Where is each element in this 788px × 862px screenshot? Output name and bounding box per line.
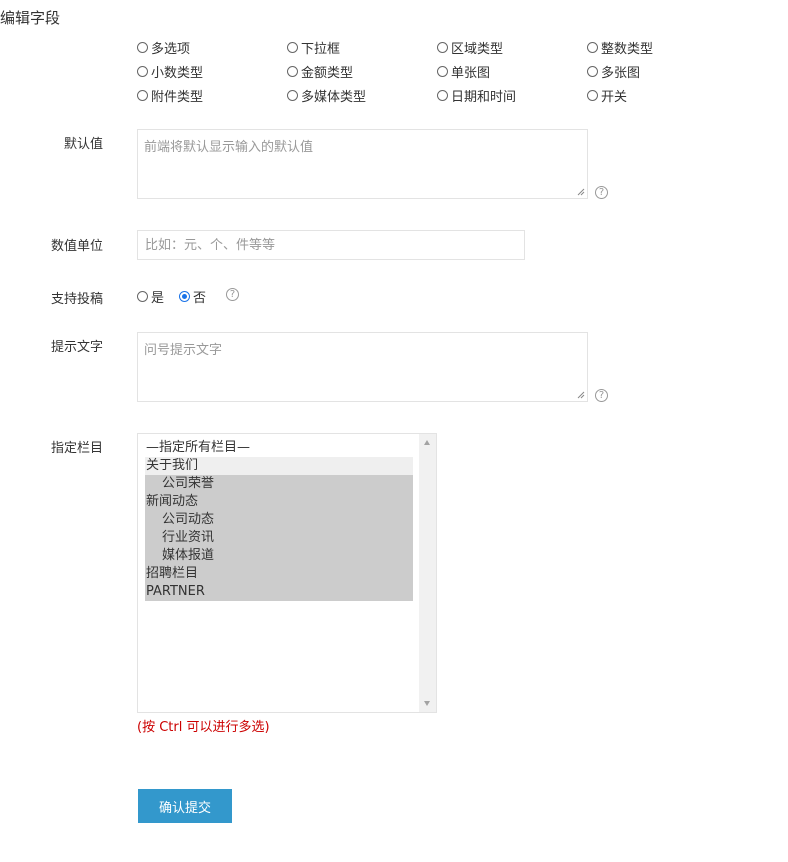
column-option-selected[interactable]: 招聘栏目 xyxy=(145,565,413,583)
column-option-selected[interactable]: 行业资讯 xyxy=(145,529,413,547)
submission-label: 支持投稿 xyxy=(50,292,103,307)
unit-label: 数值单位 xyxy=(50,239,103,254)
listbox-scrollbar[interactable] xyxy=(419,434,436,712)
scroll-up-arrow-icon[interactable] xyxy=(424,440,430,445)
option-label: 金额类型 xyxy=(301,65,354,81)
submission-no-option[interactable]: 否 xyxy=(179,287,206,306)
option-label: 是 xyxy=(151,291,165,306)
submission-yes-option[interactable]: 是 xyxy=(137,287,164,306)
default-value-textarea[interactable] xyxy=(137,129,588,199)
field-type-options: 多选项 下拉框 区域类型 整数类型 小数类型 金额类型 单张图 多张图 附件类型… xyxy=(137,35,737,107)
resize-grip-icon[interactable] xyxy=(577,188,585,196)
column-option-selected[interactable]: 媒体报道 xyxy=(145,547,413,565)
radio-button[interactable] xyxy=(587,65,598,77)
field-type-option[interactable]: 多张图 xyxy=(587,62,737,81)
field-type-row: 小数类型 金额类型 单张图 多张图 xyxy=(137,59,737,83)
radio-button[interactable] xyxy=(137,41,148,53)
default-value-label: 默认值 xyxy=(63,137,103,152)
radio-button[interactable] xyxy=(287,41,298,53)
option-label: 下拉框 xyxy=(301,41,341,57)
field-type-option[interactable]: 区域类型 xyxy=(437,38,587,57)
submit-button[interactable]: 确认提交 xyxy=(138,789,232,823)
columns-option-list: —指定所有栏目— 关于我们 公司荣誉 新闻动态 公司动态 行业资讯 媒体报道 招… xyxy=(145,439,413,601)
unit-input[interactable] xyxy=(137,230,525,260)
column-option-selected[interactable]: 新闻动态 xyxy=(145,493,413,511)
radio-button[interactable] xyxy=(587,89,598,101)
field-type-row: 附件类型 多媒体类型 日期和时间 开关 xyxy=(137,83,737,107)
field-type-option[interactable]: 多媒体类型 xyxy=(287,86,437,105)
radio-button[interactable] xyxy=(137,65,148,77)
field-type-option[interactable]: 日期和时间 xyxy=(437,86,587,105)
help-icon[interactable]: ? xyxy=(595,389,608,402)
option-label: 小数类型 xyxy=(151,65,204,81)
field-type-option[interactable]: 下拉框 xyxy=(287,38,437,57)
field-type-option[interactable]: 整数类型 xyxy=(587,38,737,57)
hint-text-textarea[interactable] xyxy=(137,332,588,402)
field-type-option[interactable]: 单张图 xyxy=(437,62,587,81)
field-type-option[interactable]: 金额类型 xyxy=(287,62,437,81)
help-icon[interactable]: ? xyxy=(595,186,608,199)
option-label: 区域类型 xyxy=(451,41,504,57)
option-label: 日期和时间 xyxy=(451,89,517,105)
radio-button[interactable] xyxy=(437,65,448,77)
column-option-selected[interactable]: PARTNER xyxy=(145,583,413,601)
option-label: 开关 xyxy=(601,89,628,105)
field-type-option[interactable]: 多选项 xyxy=(137,38,287,57)
option-label: 多选项 xyxy=(151,41,191,57)
field-type-row: 多选项 下拉框 区域类型 整数类型 xyxy=(137,35,737,59)
radio-button[interactable] xyxy=(287,65,298,77)
field-type-option[interactable]: 开关 xyxy=(587,86,737,105)
option-label: 多张图 xyxy=(601,65,641,81)
option-label: 多媒体类型 xyxy=(301,89,367,105)
column-option[interactable]: 关于我们 xyxy=(145,457,413,475)
option-label: 附件类型 xyxy=(151,89,204,105)
radio-button[interactable] xyxy=(437,89,448,101)
column-option-selected[interactable]: 公司荣誉 xyxy=(145,475,413,493)
option-label: 整数类型 xyxy=(601,41,654,57)
column-option[interactable]: —指定所有栏目— xyxy=(145,439,413,457)
multi-select-hint: (按 Ctrl 可以进行多选) xyxy=(137,720,270,735)
radio-button[interactable] xyxy=(137,89,148,101)
radio-button[interactable] xyxy=(137,291,148,302)
column-option-selected[interactable]: 公司动态 xyxy=(145,511,413,529)
hint-text-label: 提示文字 xyxy=(50,340,103,355)
radio-button[interactable] xyxy=(437,41,448,53)
radio-button-checked[interactable] xyxy=(179,291,190,302)
resize-grip-icon[interactable] xyxy=(577,391,585,399)
columns-multiselect[interactable]: —指定所有栏目— 关于我们 公司荣誉 新闻动态 公司动态 行业资讯 媒体报道 招… xyxy=(137,433,437,713)
option-label: 否 xyxy=(193,291,207,306)
scroll-down-arrow-icon[interactable] xyxy=(424,701,430,706)
columns-label: 指定栏目 xyxy=(50,441,103,456)
field-type-option[interactable]: 附件类型 xyxy=(137,86,287,105)
help-icon[interactable]: ? xyxy=(226,288,239,301)
radio-button[interactable] xyxy=(587,41,598,53)
page-title: 编辑字段 xyxy=(0,9,61,27)
field-type-option[interactable]: 小数类型 xyxy=(137,62,287,81)
radio-button[interactable] xyxy=(287,89,298,101)
option-label: 单张图 xyxy=(451,65,491,81)
